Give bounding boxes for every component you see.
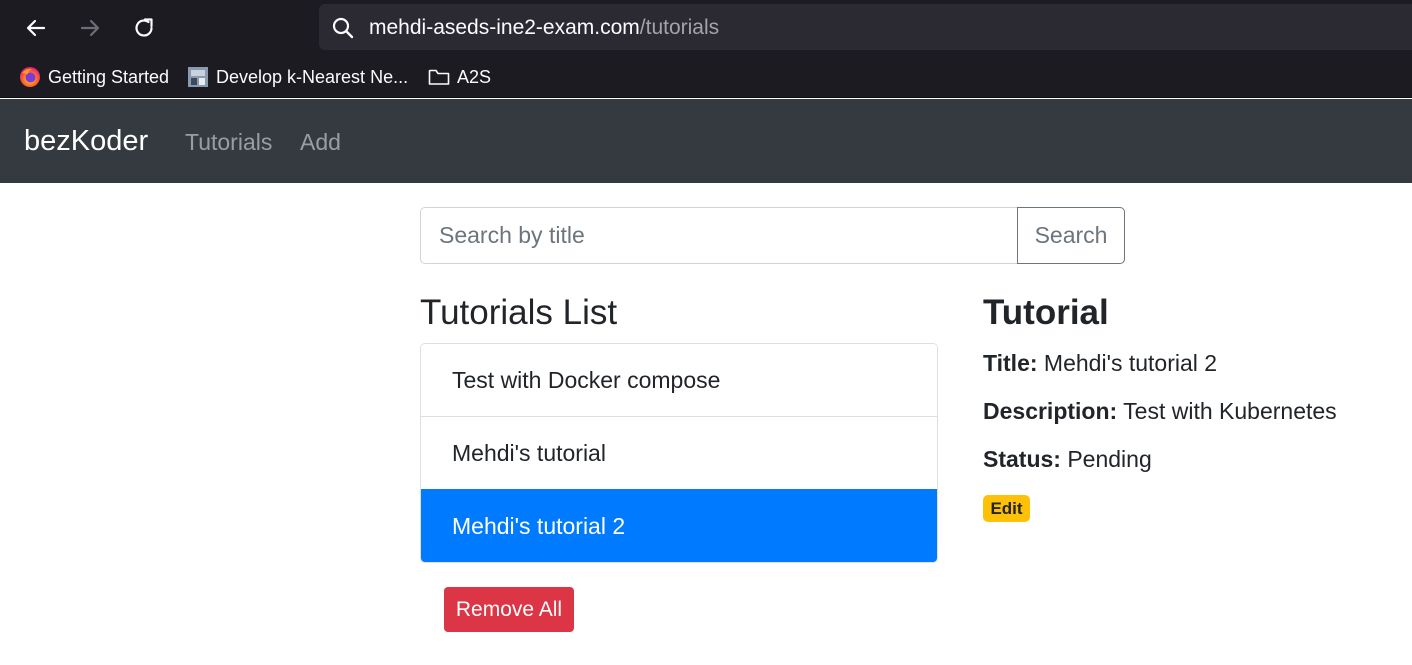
description-label: Description: — [983, 398, 1118, 424]
brand-link[interactable]: bezKoder — [24, 123, 148, 159]
list-title: Tutorials List — [420, 293, 618, 332]
tutorials-list: Test with Docker compose Mehdi's tutoria… — [420, 343, 938, 563]
list-item-active[interactable]: Mehdi's tutorial 2 — [421, 489, 937, 562]
bookmarks-bar: Getting Started Develop k-Nearest Ne... … — [0, 56, 1412, 98]
title-label: Title: — [983, 350, 1038, 376]
bookmark-folder-a2s[interactable]: A2S — [428, 64, 491, 90]
bookmark-label: A2S — [457, 66, 492, 87]
detail-description-field: Description: Test with Kubernetes — [983, 396, 1337, 426]
list-item[interactable]: Test with Docker compose — [421, 344, 937, 416]
title-value: Mehdi's tutorial 2 — [1043, 350, 1218, 376]
folder-icon — [428, 69, 450, 85]
description-value: Test with Kubernetes — [1123, 398, 1337, 424]
search-button[interactable]: Search — [1017, 207, 1125, 264]
nav-link-add[interactable]: Add — [300, 127, 341, 157]
address-bar[interactable]: mehdi-aseds-ine2-exam.com/tutorials — [319, 4, 1412, 50]
reload-button[interactable] — [124, 8, 164, 48]
firefox-icon — [20, 67, 40, 87]
browser-toolbar: mehdi-aseds-ine2-exam.com/tutorials — [0, 0, 1412, 56]
bookmark-label: Develop k-Nearest Ne... — [216, 66, 409, 87]
detail-title-field: Title: Mehdi's tutorial 2 — [983, 348, 1217, 378]
status-value: Pending — [1067, 446, 1152, 472]
detail-status-field: Status: Pending — [983, 444, 1152, 474]
page-thumbnail-icon — [188, 67, 208, 87]
back-button[interactable] — [16, 8, 56, 48]
url-host: mehdi-aseds-ine2-exam.com — [369, 16, 640, 39]
status-label: Status: — [983, 446, 1061, 472]
search-icon — [332, 17, 354, 39]
forward-button[interactable] — [70, 8, 110, 48]
bookmark-develop-knn[interactable]: Develop k-Nearest Ne... — [187, 64, 408, 90]
reload-icon — [135, 18, 153, 37]
url-text: mehdi-aseds-ine2-exam.com/tutorials — [369, 16, 719, 40]
arrow-left-icon — [26, 19, 46, 37]
app-navbar: bezKoder Tutorials Add — [0, 99, 1412, 183]
search-input[interactable] — [420, 207, 1018, 264]
url-path: /tutorials — [639, 16, 720, 39]
detail-heading: Tutorial — [983, 293, 1109, 332]
bookmark-getting-started[interactable]: Getting Started — [19, 64, 169, 90]
nav-link-tutorials[interactable]: Tutorials — [185, 127, 272, 157]
edit-button[interactable]: Edit — [983, 495, 1030, 522]
bookmark-label: Getting Started — [48, 66, 170, 87]
list-item[interactable]: Mehdi's tutorial — [421, 416, 937, 489]
arrow-right-icon — [80, 19, 100, 37]
remove-all-button[interactable]: Remove All — [444, 587, 574, 632]
